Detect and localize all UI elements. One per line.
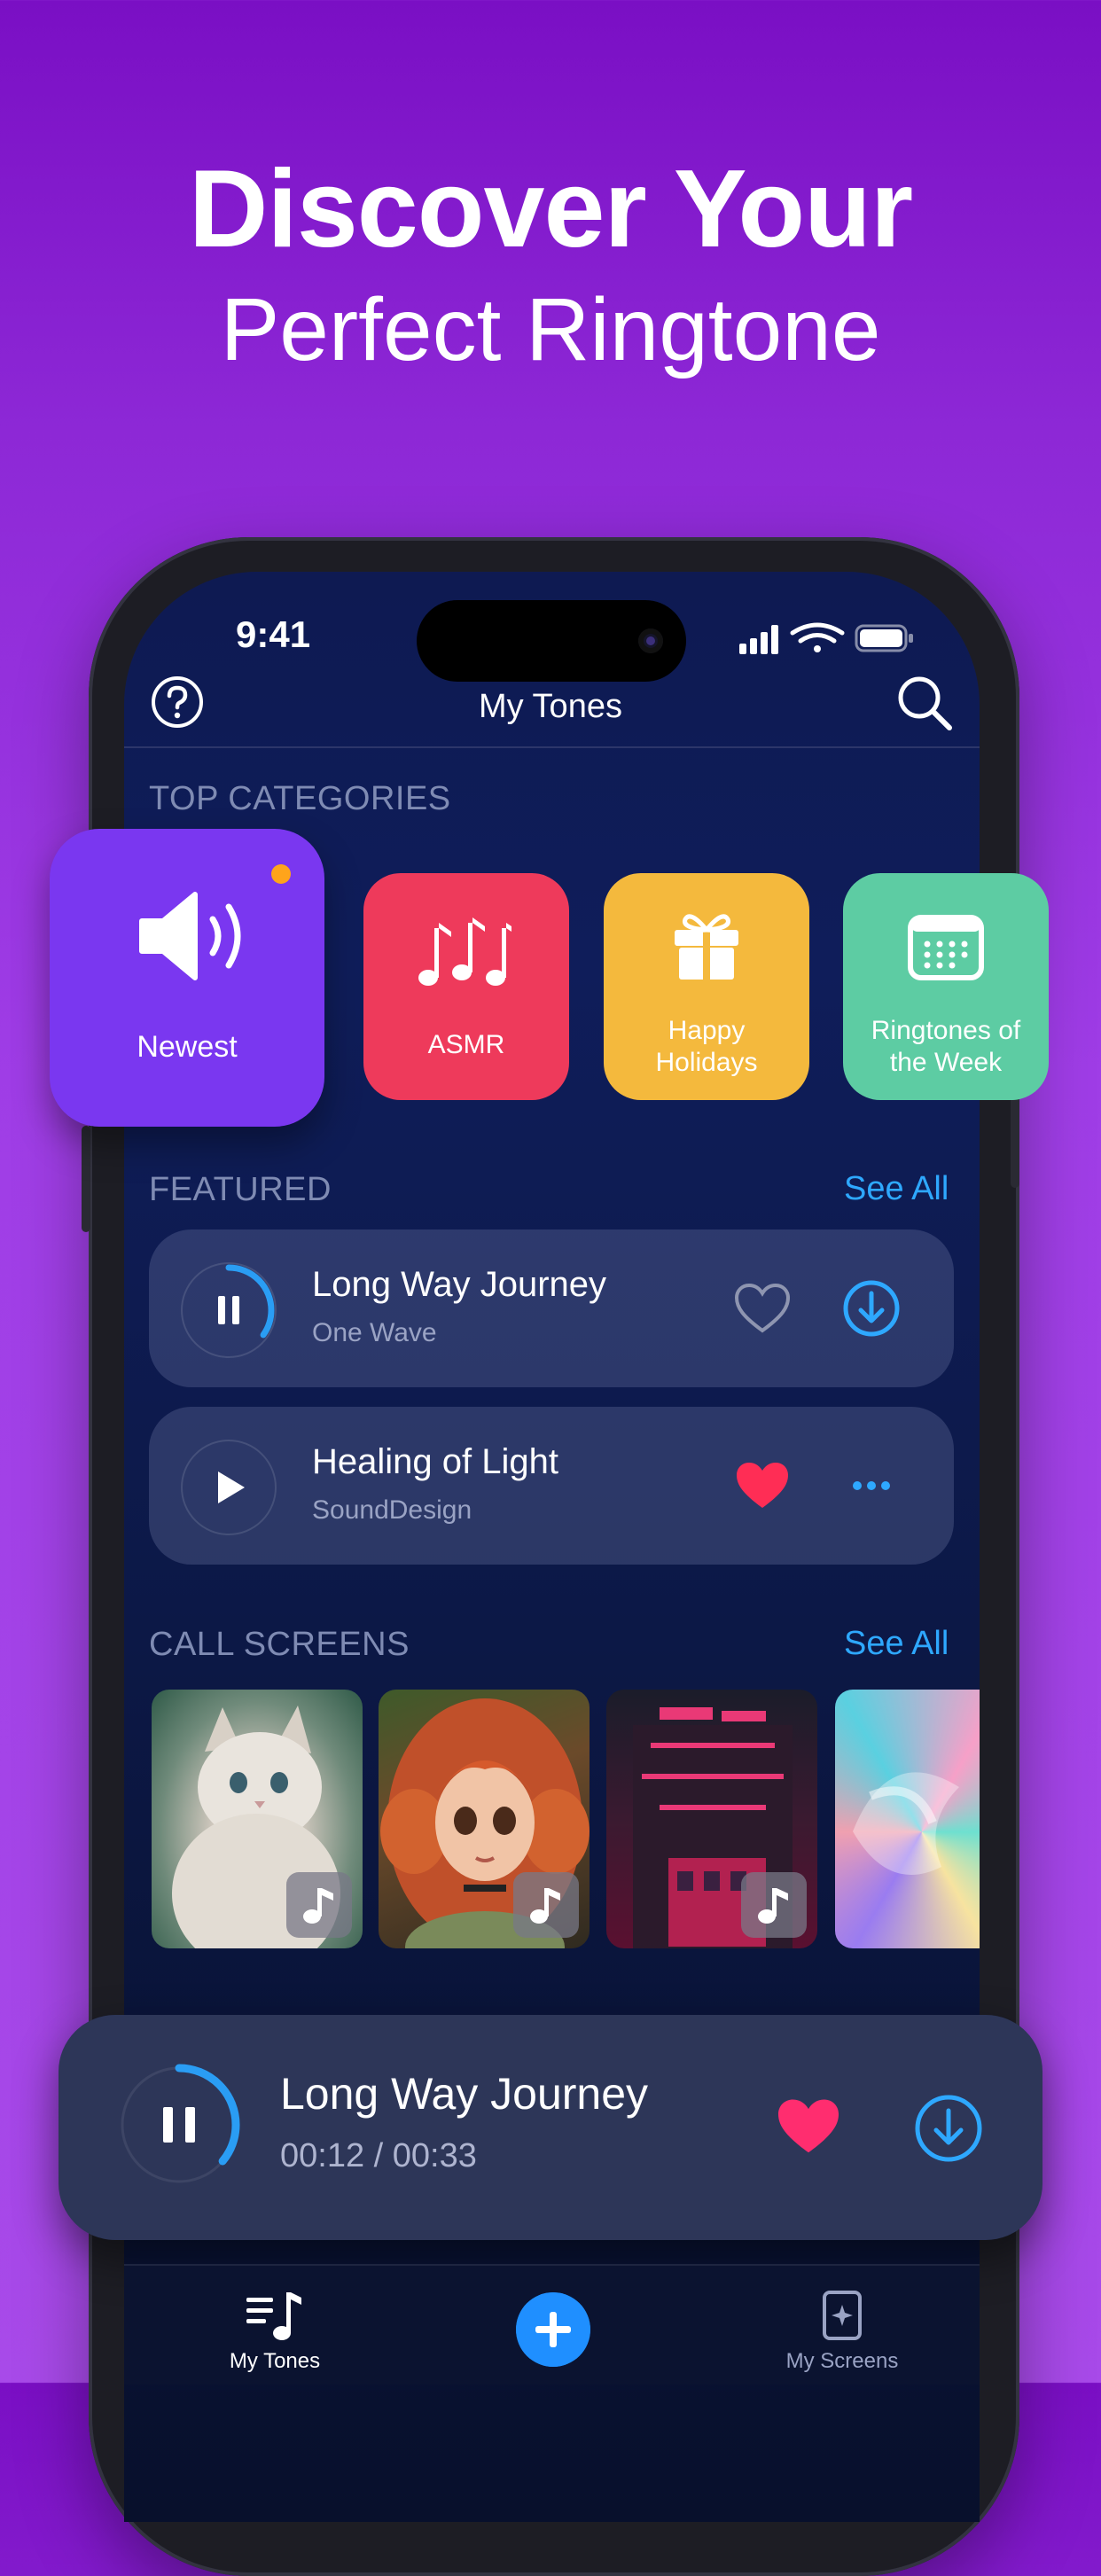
- wifi-icon: [790, 622, 845, 652]
- music-note-icon: [303, 1888, 333, 1924]
- category-label: ASMR: [427, 1030, 505, 1059]
- tab-my-screens[interactable]: My Screens: [762, 2289, 922, 2374]
- call-screen-thumbnail[interactable]: [835, 1690, 980, 1948]
- headline-subtitle: Perfect Ringtone: [220, 280, 881, 379]
- tab-label: My Screens: [785, 2349, 899, 2373]
- heart-outline-icon[interactable]: [734, 1283, 791, 1334]
- abstract-swirl-illustration: [853, 1772, 959, 1875]
- now-playing-time: 00:12 / 00:33: [280, 2137, 477, 2174]
- category-happy-holidays[interactable]: Happy Holidays: [604, 873, 809, 1100]
- tab-my-tones[interactable]: My Tones: [195, 2289, 355, 2374]
- ringtone-badge: [513, 1872, 579, 1938]
- category-label: Ringtones of the Week: [871, 1016, 1021, 1077]
- category-newest[interactable]: Newest: [50, 829, 324, 1127]
- category-ringtones-of-the-week[interactable]: Ringtones of the Week: [843, 873, 1049, 1100]
- music-notes-icon: [418, 917, 511, 986]
- heart-filled-icon[interactable]: [775, 2096, 842, 2157]
- status-time: 9:41: [236, 613, 311, 655]
- speaker-icon: [139, 892, 241, 980]
- section-call-screens: CALL SCREENS: [149, 1626, 410, 1663]
- download-icon[interactable]: [913, 2093, 984, 2164]
- pause-button[interactable]: [181, 1262, 277, 1358]
- signal-icon: [739, 625, 778, 654]
- play-button[interactable]: [181, 1440, 277, 1535]
- heart-filled-icon[interactable]: [734, 1460, 791, 1511]
- now-playing-title: Long Way Journey: [280, 2069, 649, 2119]
- track-row[interactable]: Long Way Journey One Wave: [149, 1229, 954, 1387]
- phone-volume-down: [82, 1126, 90, 1232]
- call-screen-thumbnail[interactable]: [606, 1690, 817, 1948]
- tab-bar: My Tones My Screens: [124, 2264, 980, 2385]
- ringtone-badge: [286, 1872, 352, 1938]
- nav-divider: [124, 746, 980, 748]
- gift-icon: [675, 914, 738, 980]
- track-row[interactable]: Healing of Light SoundDesign: [149, 1407, 954, 1565]
- category-asmr[interactable]: ASMR: [363, 873, 569, 1100]
- category-label: Newest: [137, 1030, 238, 1064]
- music-note-icon: [530, 1888, 560, 1924]
- my-screens-icon: [823, 2291, 862, 2340]
- music-note-icon: [758, 1888, 788, 1924]
- pause-button[interactable]: [117, 2063, 241, 2187]
- track-title: Healing of Light: [312, 1442, 558, 1481]
- section-top-categories: TOP CATEGORIES: [149, 780, 451, 817]
- featured-see-all-link[interactable]: See All: [844, 1170, 949, 1208]
- my-tones-icon: [246, 2292, 301, 2340]
- headline-title: Discover Your: [188, 148, 913, 270]
- now-playing-bar[interactable]: Long Way Journey 00:12 / 00:33: [59, 2015, 1042, 2240]
- call-screen-thumbnail[interactable]: [152, 1690, 363, 1948]
- call-screen-thumbnail[interactable]: [379, 1690, 590, 1948]
- plus-icon[interactable]: [516, 2292, 590, 2367]
- more-icon[interactable]: [842, 1456, 901, 1515]
- dynamic-island: [417, 600, 686, 682]
- category-label: Happy Holidays: [655, 1016, 758, 1077]
- battery-icon: [855, 624, 913, 652]
- track-artist: One Wave: [312, 1318, 437, 1347]
- track-artist: SoundDesign: [312, 1495, 472, 1525]
- tab-label: My Tones: [229, 2349, 321, 2373]
- status-icons: [739, 622, 913, 654]
- search-icon[interactable]: [895, 674, 954, 732]
- call-screens-see-all-link[interactable]: See All: [844, 1625, 949, 1663]
- track-title: Long Way Journey: [312, 1265, 607, 1304]
- ringtone-badge: [741, 1872, 807, 1938]
- download-icon[interactable]: [842, 1279, 901, 1338]
- camera-icon: [638, 628, 663, 653]
- calendar-icon: [908, 915, 984, 980]
- new-indicator-dot: [271, 864, 291, 884]
- section-featured: FEATURED: [149, 1171, 332, 1208]
